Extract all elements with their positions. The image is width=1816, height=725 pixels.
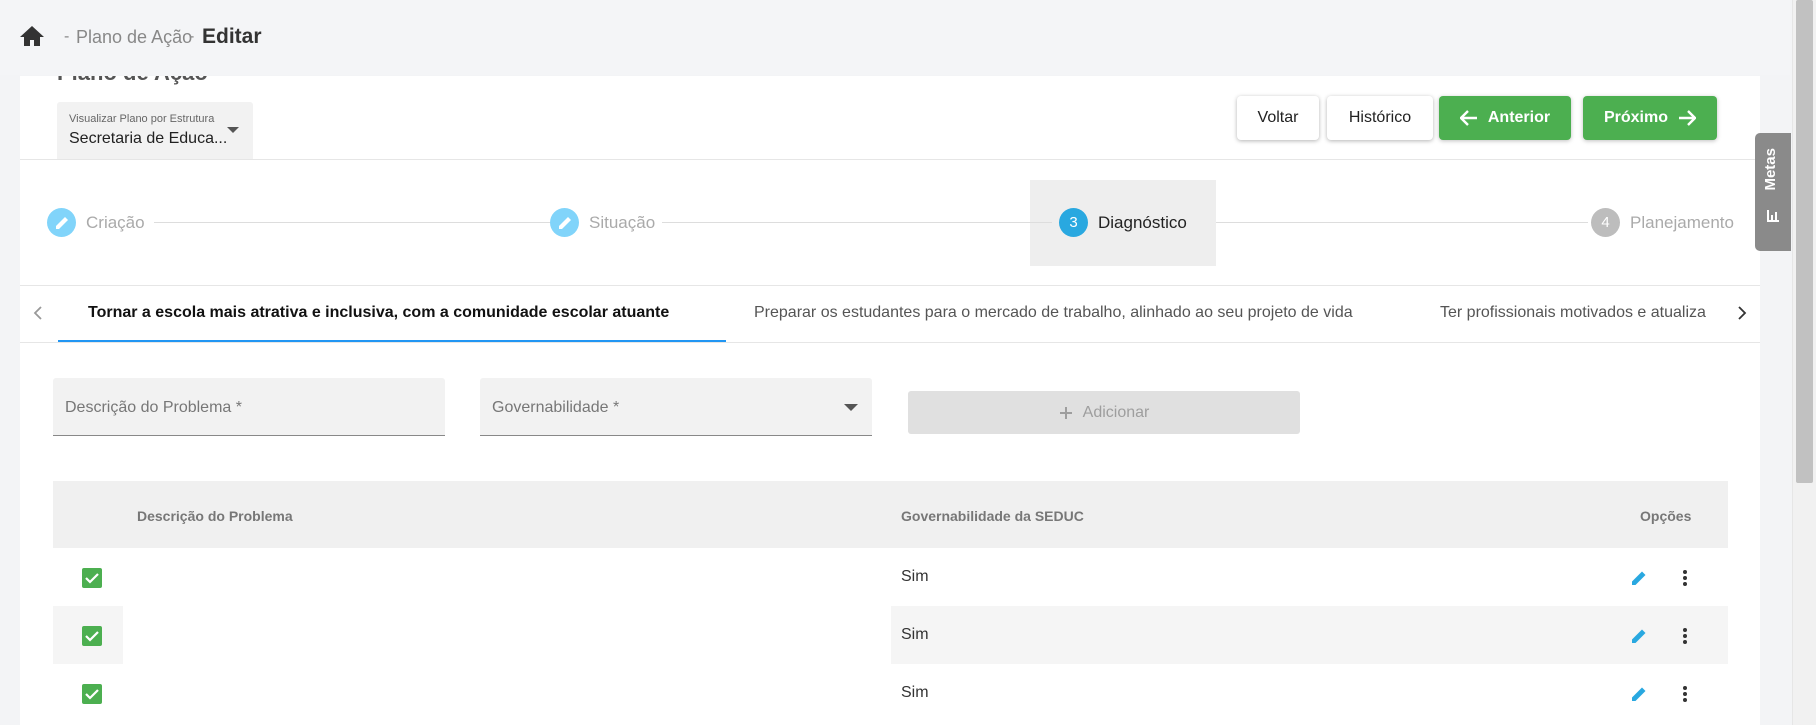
row-checkbox[interactable] (82, 626, 102, 646)
page-title: Plano de Ação (57, 76, 208, 86)
check-icon (85, 631, 99, 642)
more-vertical-icon (1683, 628, 1687, 644)
history-button-label: Histórico (1348, 109, 1412, 126)
breadcrumb-separator: - (189, 28, 195, 45)
row-checkbox[interactable] (82, 568, 102, 588)
edit-button[interactable] (1626, 565, 1652, 591)
step-diagnostico[interactable]: 3 Diagnóstico (1059, 208, 1187, 237)
breadcrumb-item[interactable]: Plano de Ação (76, 27, 192, 48)
arrow-right-icon (1679, 110, 1696, 126)
column-header: Descrição do Problema (137, 508, 293, 524)
plus-icon (1059, 406, 1072, 419)
tab-label: Ter profissionais motivados e atualiza (1440, 304, 1706, 321)
back-button-label: Voltar (1257, 109, 1299, 126)
next-button-label: Próximo (1603, 109, 1668, 126)
metas-label: Metas (1762, 148, 1779, 191)
pencil-icon (1632, 629, 1646, 643)
tab-label: Tornar a escola mais atrativa e inclusiv… (88, 304, 670, 321)
next-button[interactable]: Próximo (1583, 96, 1717, 140)
metas-side-tab[interactable]: Metas (1755, 133, 1791, 251)
step-situacao[interactable]: Situação (550, 208, 655, 237)
breadcrumb-separator: - (64, 28, 70, 45)
governability-label: Governabilidade * (492, 399, 620, 416)
back-button[interactable]: Voltar (1237, 96, 1319, 140)
table-row: Sim (53, 606, 1728, 664)
stepper-connector (1216, 222, 1588, 223)
chevron-right-icon (1738, 306, 1747, 320)
stepper-connector (154, 222, 558, 223)
row-checkbox[interactable] (82, 684, 102, 704)
home-icon[interactable] (18, 24, 46, 48)
structure-select-label: Visualizar Plano por Estrutura (69, 113, 215, 125)
more-vertical-icon (1683, 686, 1687, 702)
divider (20, 342, 1760, 343)
step-label: Criação (86, 212, 145, 232)
step-number: 4 (1591, 208, 1620, 237)
pencil-icon (1632, 571, 1646, 585)
table-row: Sim (53, 664, 1728, 722)
edit-button[interactable] (1626, 681, 1652, 707)
pencil-icon (47, 208, 76, 237)
step-number: 3 (1059, 208, 1088, 237)
main-card: Plano de Ação Visualizar Plano por Estru… (20, 76, 1760, 725)
check-icon (85, 573, 99, 584)
tab-goal-3[interactable]: Ter profissionais motivados e atualiza (1440, 286, 1745, 340)
governability-cell: Sim (901, 684, 929, 701)
governability-cell: Sim (901, 568, 929, 585)
step-label: Situação (589, 212, 656, 232)
breadcrumb-current: Editar (202, 25, 262, 48)
more-options-button[interactable] (1675, 681, 1695, 707)
chart-icon (1767, 210, 1779, 222)
pencil-icon (1632, 687, 1646, 701)
tab-label: Preparar os estudantes para o mercado de… (754, 304, 1353, 321)
previous-button-label: Anterior (1487, 109, 1551, 126)
top-bar: - Plano de Ação - Editar (0, 0, 1790, 75)
more-options-button[interactable] (1675, 623, 1695, 649)
description-cell (123, 606, 891, 664)
arrow-left-icon (1459, 110, 1477, 126)
stepper-connector (662, 222, 1052, 223)
column-header: Opções (1640, 508, 1692, 524)
chevron-left-icon (33, 306, 42, 320)
table-header: Descrição do Problema Governabilidade da… (53, 481, 1728, 548)
check-icon (85, 689, 99, 700)
previous-button[interactable]: Anterior (1439, 96, 1571, 140)
tab-scroll-left-button[interactable] (20, 286, 56, 340)
more-options-button[interactable] (1675, 565, 1695, 591)
dropdown-arrow-icon (844, 404, 858, 411)
structure-select-value: Secretaria de Educa... (69, 130, 228, 147)
dropdown-arrow-icon (227, 127, 239, 133)
tab-goal-1[interactable]: Tornar a escola mais atrativa e inclusiv… (88, 286, 669, 340)
column-header: Governabilidade da SEDUC (901, 508, 1084, 524)
page-scrollbar[interactable] (1792, 0, 1816, 725)
scrollbar-thumb[interactable] (1796, 0, 1813, 483)
tab-scroll-right-button[interactable] (1724, 286, 1760, 340)
more-vertical-icon (1683, 570, 1687, 586)
step-label: Planejamento (1630, 212, 1734, 232)
divider (20, 159, 1760, 160)
step-planejamento[interactable]: 4 Planejamento (1591, 208, 1734, 237)
edit-button[interactable] (1626, 623, 1652, 649)
pencil-icon (550, 208, 579, 237)
add-button-label: Adicionar (1082, 403, 1150, 421)
history-button[interactable]: Histórico (1327, 96, 1433, 140)
governability-select[interactable]: Governabilidade * (480, 378, 872, 436)
add-button[interactable]: Adicionar (908, 391, 1300, 434)
problem-description-label: Descrição do Problema * (65, 399, 242, 416)
problem-description-field[interactable]: Descrição do Problema * (53, 378, 445, 436)
table-row: Sim (53, 548, 1728, 606)
structure-select[interactable]: Visualizar Plano por Estrutura Secretari… (57, 102, 253, 160)
step-label: Diagnóstico (1098, 212, 1187, 232)
tab-goal-2[interactable]: Preparar os estudantes para o mercado de… (754, 286, 1353, 340)
step-criacao[interactable]: Criação (47, 208, 145, 237)
governability-cell: Sim (901, 626, 929, 643)
